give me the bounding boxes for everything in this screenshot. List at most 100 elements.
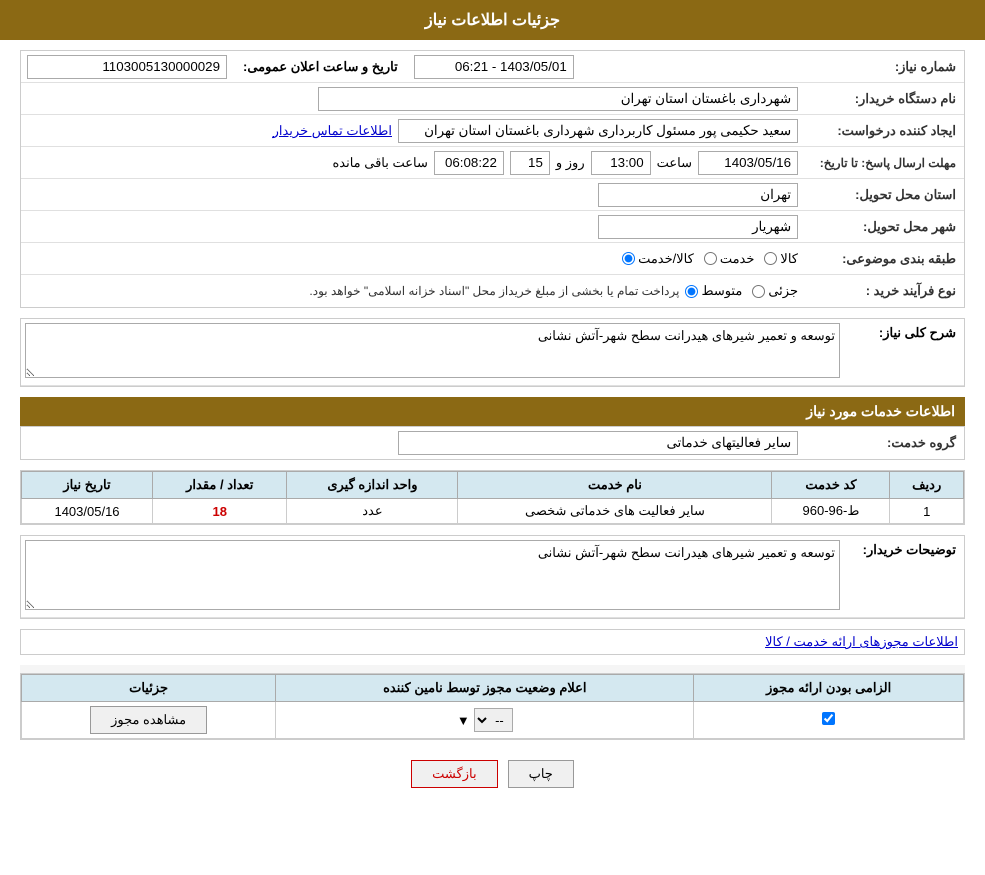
need-description-value: توسعه و تعمیر شیرهای هیدرانت سطح شهر-آتش… <box>21 319 844 385</box>
city-row: شهر محل تحویل: <box>21 211 964 243</box>
category-kala-khadamat-radio[interactable] <box>622 252 635 265</box>
contact-link[interactable]: اطلاعات تماس خریدار <box>273 123 392 139</box>
category-value: کالا خدمت کالا/خدمت <box>21 248 804 270</box>
cell-quantity: 18 <box>153 499 287 524</box>
buyer-description-textarea[interactable]: توسعه و تعمیر شیرهای هیدرانت سطح شهر-آتش… <box>25 540 840 610</box>
category-kala-khadamat-label: کالا/خدمت <box>638 251 694 267</box>
province-value <box>21 180 804 210</box>
purchase-type-note: پرداخت تمام یا بخشی از مبلغ خریداز محل "… <box>309 284 679 298</box>
table-row: 1 ط-96-960 سایر فعالیت های خدماتی شخصی ع… <box>22 499 964 524</box>
city-value <box>21 212 804 242</box>
back-button[interactable]: بازگشت <box>411 760 497 788</box>
buttons-row: چاپ بازگشت <box>20 760 965 788</box>
services-section-title: اطلاعات خدمات مورد نیاز <box>20 397 965 426</box>
creator-input[interactable] <box>398 119 798 143</box>
service-group-section: گروه خدمت: <box>20 426 965 460</box>
cell-name: سایر فعالیت های خدماتی شخصی <box>458 499 772 524</box>
need-number-input[interactable] <box>27 55 227 79</box>
buyer-description-value: توسعه و تعمیر شیرهای هیدرانت سطح شهر-آتش… <box>21 536 844 617</box>
page-title: جزئیات اطلاعات نیاز <box>425 12 560 29</box>
province-label: استان محل تحویل: <box>804 183 964 207</box>
response-remaining-input[interactable] <box>434 151 504 175</box>
city-label: شهر محل تحویل: <box>804 215 964 239</box>
page-header: جزئیات اطلاعات نیاز <box>0 0 985 40</box>
need-number-row: شماره نیاز: تاریخ و ساعت اعلان عمومی: <box>21 51 964 83</box>
purchase-type-label: نوع فرآیند خرید : <box>804 279 964 303</box>
permits-section: اطلاعات مجوزهای ارائه خدمت / کالا <box>20 629 965 655</box>
announcement-date-label: تاریخ و ساعت اعلان عمومی: <box>243 59 398 75</box>
category-kala-label: کالا <box>780 251 798 267</box>
response-remaining-label: ساعت باقی مانده <box>332 155 427 171</box>
buyer-org-input[interactable] <box>318 87 798 111</box>
need-number-label: شماره نیاز: <box>804 55 964 79</box>
need-description-textarea[interactable]: توسعه و تعمیر شیرهای هیدرانت سطح شهر-آتش… <box>25 323 840 378</box>
permits-link[interactable]: اطلاعات مجوزهای ارائه خدمت / کالا <box>21 630 964 654</box>
permits-col-status: اعلام وضعیت مجوز توسط نامین کننده <box>276 675 694 702</box>
separator <box>20 665 965 673</box>
city-input[interactable] <box>598 215 798 239</box>
col-date: تاریخ نیاز <box>22 472 153 499</box>
creator-label: ایجاد کننده درخواست: <box>804 119 964 143</box>
buyer-org-row: نام دستگاه خریدار: <box>21 83 964 115</box>
permits-status-select[interactable]: -- <box>474 708 513 732</box>
main-content: شماره نیاز: تاریخ و ساعت اعلان عمومی: نا… <box>0 40 985 818</box>
province-input[interactable] <box>598 183 798 207</box>
cell-code: ط-96-960 <box>772 499 890 524</box>
service-group-value <box>21 428 804 458</box>
service-group-input[interactable] <box>398 431 798 455</box>
need-description-row: شرح کلی نیاز: توسعه و تعمیر شیرهای هیدرا… <box>21 319 964 386</box>
buyer-description-label: توضیحات خریدار: <box>844 536 964 564</box>
view-permit-button[interactable]: مشاهده مجوز <box>90 706 207 734</box>
announcement-date-input[interactable] <box>414 55 574 79</box>
category-kala-khadamat-option[interactable]: کالا/خدمت <box>622 251 694 267</box>
response-days-input[interactable] <box>510 151 550 175</box>
permits-required-checkbox[interactable] <box>822 712 835 725</box>
buyer-org-label: نام دستگاه خریدار: <box>804 87 964 111</box>
response-days-label: روز و <box>556 155 585 171</box>
permits-col-required: الزامی بودن ارائه مجوز <box>694 675 964 702</box>
province-row: استان محل تحویل: <box>21 179 964 211</box>
permits-col-details: جزئیات <box>22 675 276 702</box>
category-khadamat-option[interactable]: خدمت <box>704 251 755 267</box>
info-section: شماره نیاز: تاریخ و ساعت اعلان عمومی: نا… <box>20 50 965 308</box>
category-label: طبقه بندی موضوعی: <box>804 247 964 271</box>
col-unit: واحد اندازه گیری <box>287 472 458 499</box>
permits-required-cell <box>694 702 964 739</box>
purchase-jazee-radio[interactable] <box>752 285 765 298</box>
permits-details-cell: مشاهده مجوز <box>22 702 276 739</box>
service-group-row: گروه خدمت: <box>21 427 964 459</box>
buyer-description-row: توضیحات خریدار: توسعه و تعمیر شیرهای هید… <box>21 536 964 618</box>
category-khadamat-radio[interactable] <box>704 252 717 265</box>
category-kala-radio[interactable] <box>764 252 777 265</box>
creator-row: ایجاد کننده درخواست: اطلاعات تماس خریدار <box>21 115 964 147</box>
purchase-type-row: نوع فرآیند خرید : جزئی متوسط <box>21 275 964 307</box>
col-row: ردیف <box>890 472 964 499</box>
permits-status-cell: -- ▼ <box>276 702 694 739</box>
purchase-mootavaset-label: متوسط <box>701 283 742 299</box>
purchase-type-value: جزئی متوسط پرداخت تمام یا بخشی از مبلغ خ… <box>21 280 804 302</box>
purchase-jazee-label: جزئی <box>768 283 798 299</box>
purchase-mootavaset-radio[interactable] <box>685 285 698 298</box>
cell-date: 1403/05/16 <box>22 499 153 524</box>
response-time-input[interactable] <box>591 151 651 175</box>
category-row: طبقه بندی موضوعی: کالا خدمت کالا/خدمت <box>21 243 964 275</box>
services-table-section: ردیف کد خدمت نام خدمت واحد اندازه گیری ت… <box>20 470 965 525</box>
print-button[interactable]: چاپ <box>508 760 574 788</box>
response-date-input[interactable] <box>698 151 798 175</box>
buyer-description-section: توضیحات خریدار: توسعه و تعمیر شیرهای هید… <box>20 535 965 619</box>
response-deadline-value: ساعت روز و ساعت باقی مانده <box>21 148 804 178</box>
permits-row: -- ▼ مشاهده مجوز <box>22 702 964 739</box>
category-khadamat-label: خدمت <box>720 251 755 267</box>
response-deadline-row: مهلت ارسال پاسخ: تا تاریخ: ساعت روز و سا… <box>21 147 964 179</box>
services-table: ردیف کد خدمت نام خدمت واحد اندازه گیری ت… <box>21 471 964 524</box>
page-container: جزئیات اطلاعات نیاز شماره نیاز: تاریخ و … <box>0 0 985 875</box>
col-name: نام خدمت <box>458 472 772 499</box>
service-group-label: گروه خدمت: <box>804 431 964 455</box>
need-description-section: شرح کلی نیاز: توسعه و تعمیر شیرهای هیدرا… <box>20 318 965 387</box>
category-kala-option[interactable]: کالا <box>764 251 798 267</box>
col-quantity: تعداد / مقدار <box>153 472 287 499</box>
cell-unit: عدد <box>287 499 458 524</box>
purchase-mootavaset-option[interactable]: متوسط <box>685 283 742 299</box>
need-description-label: شرح کلی نیاز: <box>844 319 964 347</box>
purchase-jazee-option[interactable]: جزئی <box>752 283 798 299</box>
